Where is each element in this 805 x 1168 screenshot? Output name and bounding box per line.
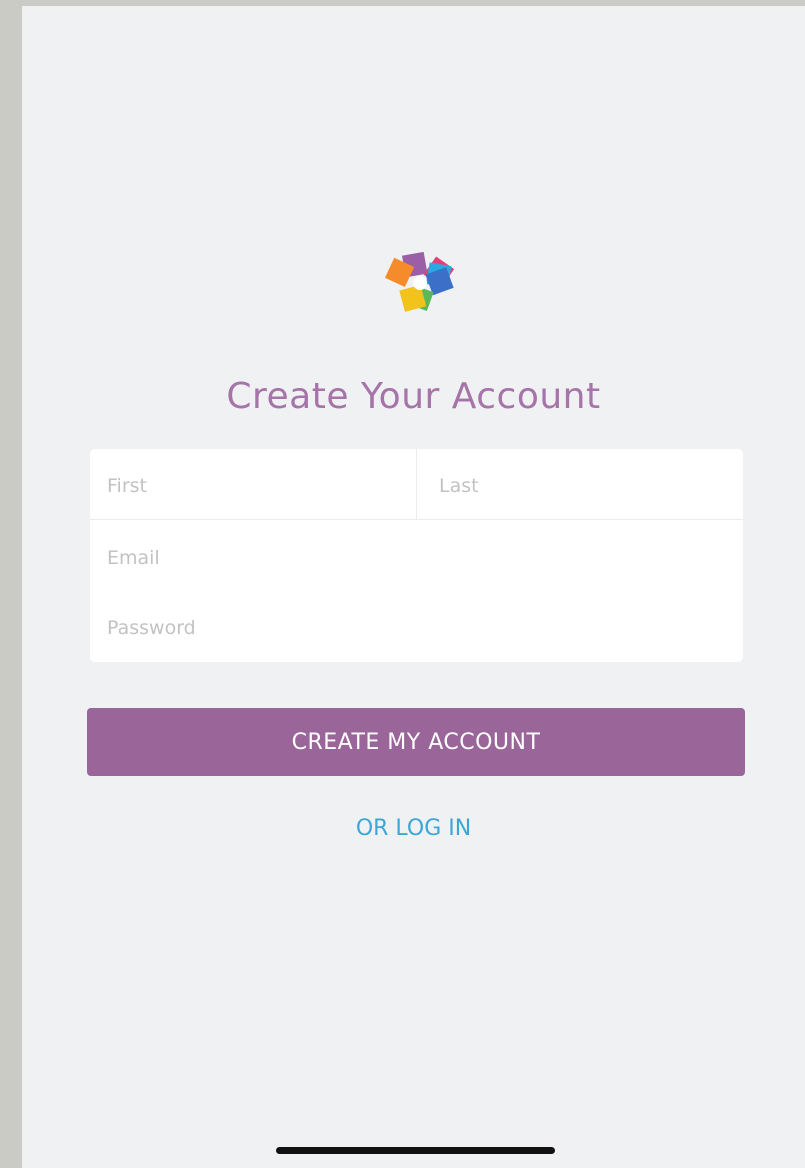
first-name-field[interactable] xyxy=(107,471,397,501)
home-indicator xyxy=(276,1147,555,1154)
password-field[interactable] xyxy=(107,613,727,643)
last-name-field[interactable] xyxy=(439,471,729,501)
create-account-button[interactable]: CREATE MY ACCOUNT xyxy=(87,708,745,776)
page-title: Create Your Account xyxy=(226,376,601,417)
row-divider xyxy=(90,519,743,520)
signup-form xyxy=(90,449,743,662)
email-field[interactable] xyxy=(107,543,727,573)
login-link[interactable]: OR LOG IN xyxy=(22,816,805,841)
name-divider xyxy=(416,449,417,519)
signup-screen: Create Your Account CREATE MY ACCOUNT OR… xyxy=(22,6,805,1168)
app-logo-icon xyxy=(384,251,455,312)
